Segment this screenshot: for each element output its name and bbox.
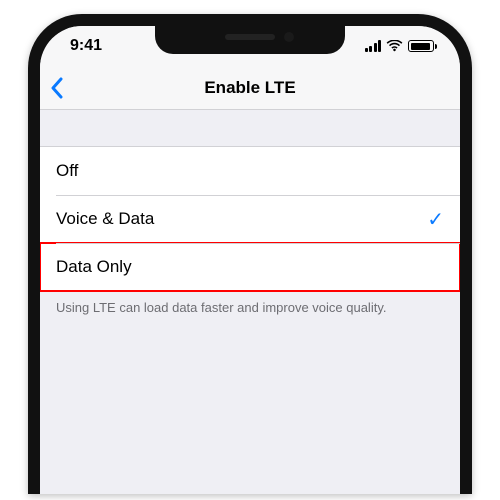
option-label: Voice & Data <box>56 209 154 229</box>
options-list: Off Voice & Data ✓ Data Only <box>40 146 460 292</box>
cellular-signal-icon <box>365 40 382 52</box>
wifi-icon <box>386 40 403 52</box>
option-label: Data Only <box>56 257 132 277</box>
notch <box>155 24 345 54</box>
content-area: Off Voice & Data ✓ Data Only Using LTE c… <box>40 110 460 317</box>
battery-icon <box>408 40 434 52</box>
option-data-only[interactable]: Data Only <box>40 243 460 291</box>
option-voice-and-data[interactable]: Voice & Data ✓ <box>40 195 460 243</box>
footer-note: Using LTE can load data faster and impro… <box>40 292 460 317</box>
chevron-left-icon <box>50 77 64 99</box>
status-time: 9:41 <box>64 37 102 55</box>
option-off[interactable]: Off <box>40 147 460 195</box>
power-button <box>460 176 464 246</box>
checkmark-icon: ✓ <box>427 207 444 232</box>
option-label: Off <box>56 161 78 181</box>
back-button[interactable] <box>50 66 64 109</box>
page-title: Enable LTE <box>204 78 295 98</box>
status-indicators <box>365 40 437 52</box>
nav-bar: Enable LTE <box>40 66 460 110</box>
phone-frame: 9:41 Enable LTE Off Vo <box>28 14 472 494</box>
